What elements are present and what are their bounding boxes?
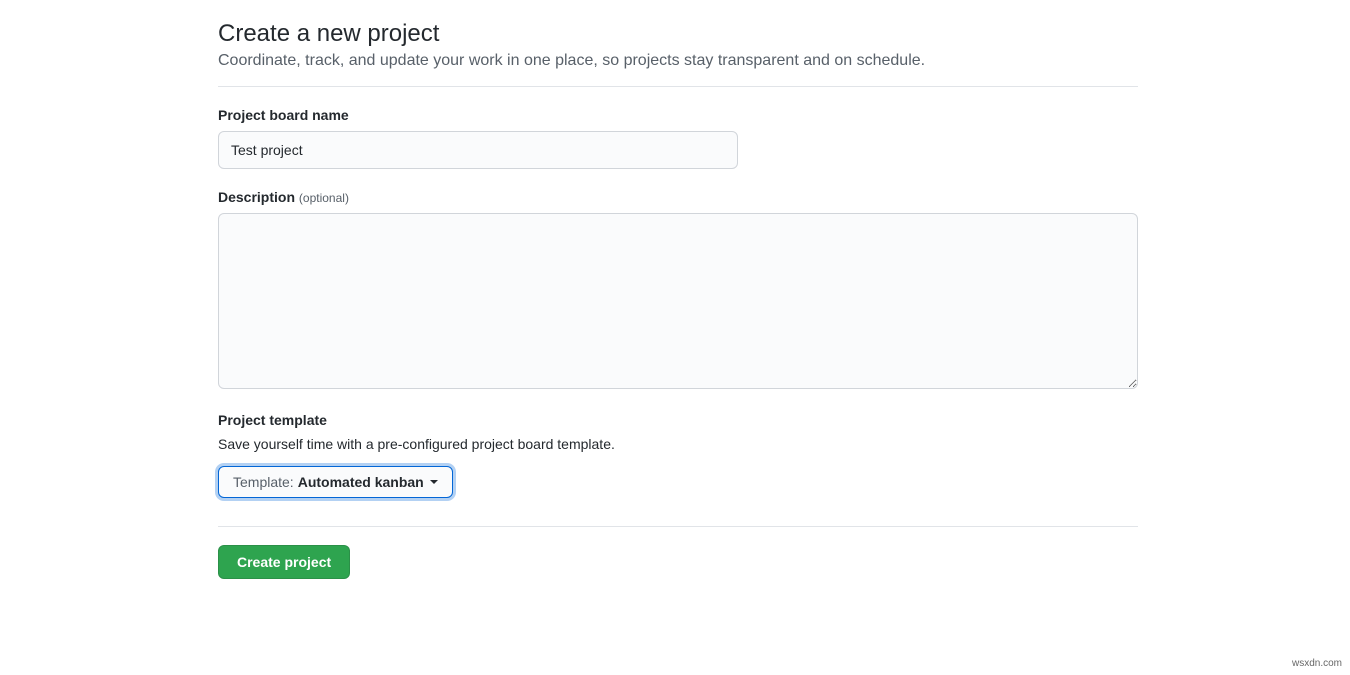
- template-help: Save yourself time with a pre-configured…: [218, 436, 1138, 452]
- description-label: Description (optional): [218, 189, 1138, 205]
- template-dropdown-value: Automated kanban: [298, 474, 424, 490]
- template-group: Project template Save yourself time with…: [218, 412, 1138, 498]
- page-subtitle: Coordinate, track, and update your work …: [218, 52, 1138, 70]
- description-group: Description (optional): [218, 189, 1138, 392]
- divider: [218, 86, 1138, 87]
- caret-down-icon: [430, 480, 438, 484]
- project-name-label: Project board name: [218, 107, 1138, 123]
- page-title: Create a new project: [218, 20, 1138, 48]
- project-name-input[interactable]: [218, 131, 738, 169]
- watermark: wsxdn.com: [1292, 658, 1342, 669]
- template-dropdown[interactable]: Template: Automated kanban: [218, 466, 453, 498]
- project-name-group: Project board name: [218, 107, 1138, 169]
- description-label-note: (optional): [299, 191, 349, 205]
- description-textarea[interactable]: [218, 213, 1138, 389]
- create-project-form: Create a new project Coordinate, track, …: [218, 0, 1138, 579]
- description-label-text: Description: [218, 189, 295, 205]
- template-label: Project template: [218, 412, 1138, 428]
- create-project-button[interactable]: Create project: [218, 545, 350, 579]
- divider: [218, 526, 1138, 527]
- template-dropdown-prefix: Template:: [233, 474, 294, 490]
